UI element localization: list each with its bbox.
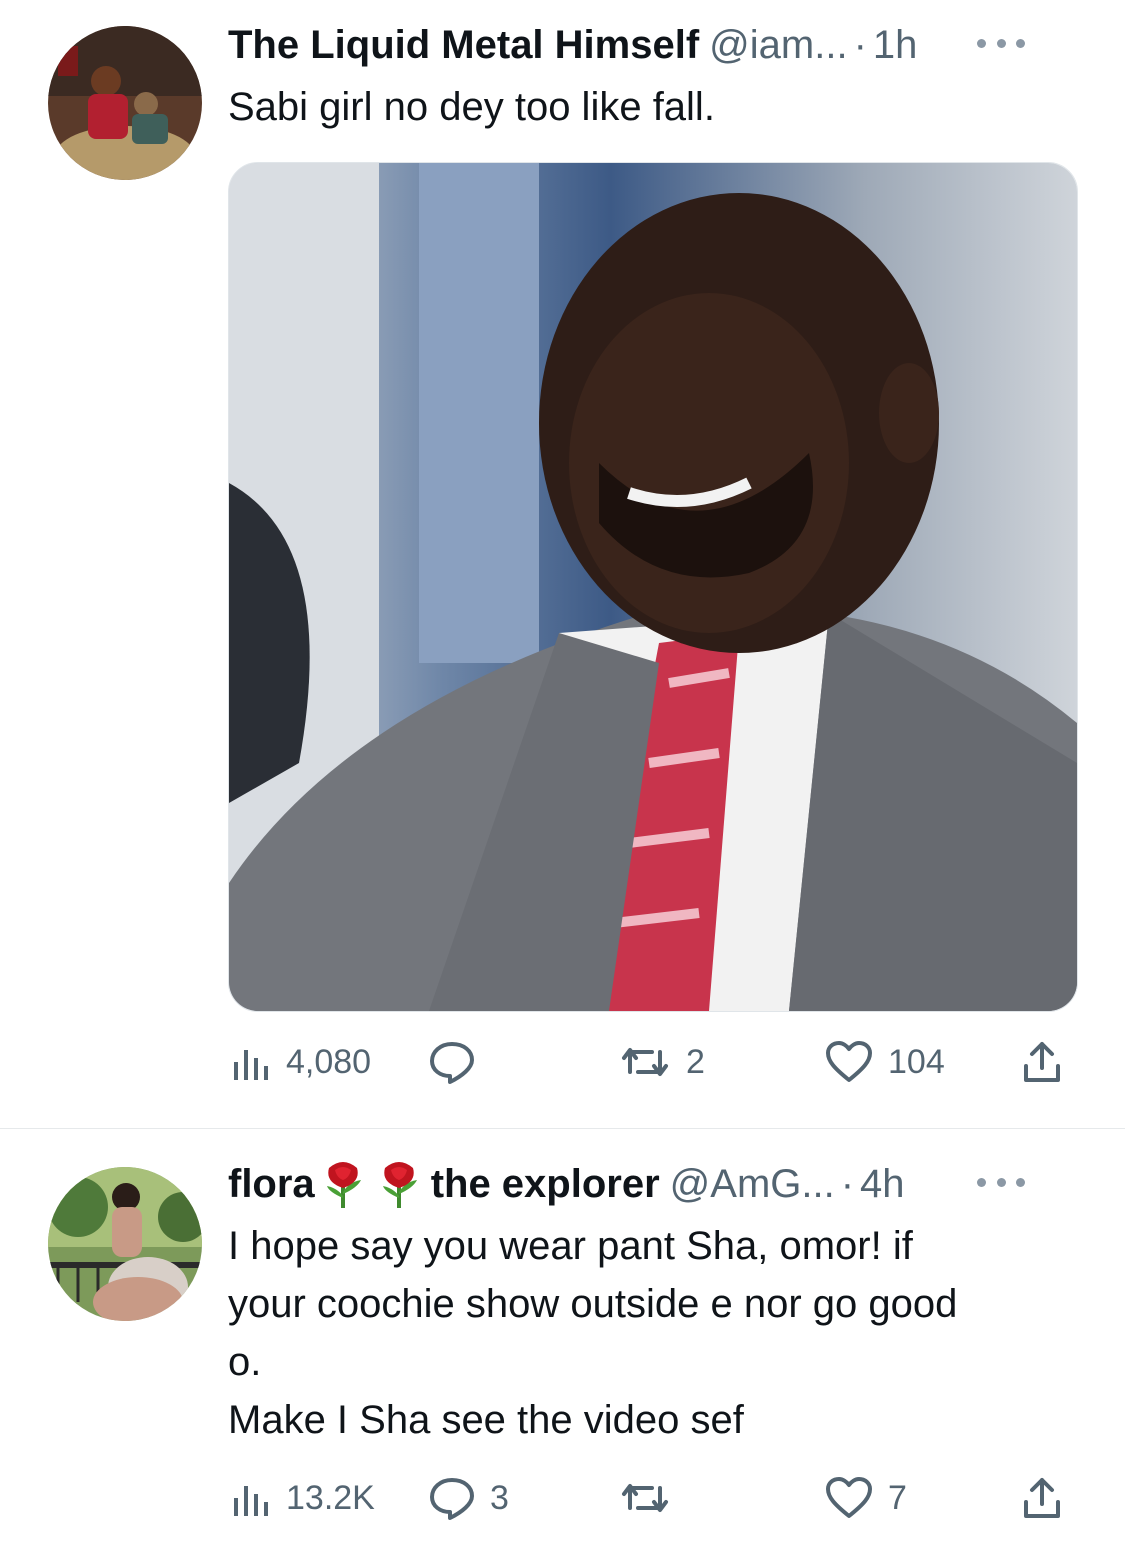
views-count: 4,080 (286, 1042, 372, 1081)
rose-icon (382, 1162, 417, 1208)
share-icon (1024, 1478, 1060, 1518)
share-button[interactable] (1020, 1032, 1064, 1092)
views-icon (234, 1486, 268, 1516)
views-icon (234, 1050, 268, 1080)
display-name[interactable]: The Liquid Metal Himself (228, 23, 699, 68)
more-options-icon[interactable] (977, 39, 1025, 51)
tweet-actions: 13.2K 3 7 (228, 1468, 1068, 1528)
like-button[interactable]: 7 (824, 1468, 907, 1528)
like-button[interactable]: 104 (824, 1032, 945, 1092)
share-button[interactable] (1020, 1468, 1064, 1528)
share-icon (1024, 1042, 1060, 1082)
more-options-icon[interactable] (977, 1178, 1025, 1190)
user-handle[interactable]: @AmG... (670, 1162, 835, 1207)
tweet-2[interactable]: flora the explorer @AmG... · 4h I hope s… (0, 1129, 1125, 1554)
tweet-header: The Liquid Metal Himself @iam... · 1h (228, 20, 1075, 70)
user-handle[interactable]: @iam... (709, 23, 847, 68)
tweet-actions: 4,080 2 104 (228, 1032, 1068, 1092)
heart-icon (826, 1041, 872, 1082)
tweet-header: flora the explorer @AmG... · 4h (228, 1159, 1075, 1209)
reply-icon (430, 1478, 474, 1520)
display-name-part2[interactable]: the explorer (431, 1162, 660, 1207)
tweet-text: Sabi girl no dey too like fall. (228, 85, 715, 129)
retweet-button[interactable]: 2 (618, 1032, 705, 1092)
retweet-icon (622, 1484, 668, 1512)
retweet-icon (622, 1048, 668, 1076)
reply-button[interactable] (428, 1032, 490, 1092)
rose-icon (326, 1162, 361, 1208)
timestamp[interactable]: 1h (873, 23, 918, 68)
avatar[interactable] (48, 1167, 202, 1321)
retweet-count: 2 (686, 1042, 705, 1081)
like-count: 104 (888, 1042, 945, 1081)
tweet-text-line: I hope say you wear pant Sha, omor! if (228, 1224, 913, 1268)
heart-icon (826, 1477, 872, 1518)
retweet-button[interactable] (618, 1468, 686, 1528)
separator-dot: · (853, 22, 867, 67)
tweet-text: I hope say you wear pant Sha, omor! if y… (228, 1217, 1075, 1449)
tweet-text-line: Make I Sha see the video sef (228, 1398, 744, 1442)
separator-dot: · (840, 1161, 855, 1206)
reply-icon (430, 1042, 474, 1084)
views-count: 13.2K (286, 1478, 375, 1517)
reply-button[interactable]: 3 (428, 1468, 509, 1528)
display-name-part1[interactable]: flora (228, 1162, 315, 1207)
tweet-text-line: your coochie show outside e nor go good (228, 1282, 958, 1326)
avatar[interactable] (48, 26, 202, 180)
views-stat[interactable]: 13.2K (228, 1468, 375, 1528)
reply-count: 3 (490, 1478, 509, 1517)
views-stat[interactable]: 4,080 (228, 1032, 371, 1092)
tweet-text-line: o. (228, 1340, 262, 1384)
tweet-image[interactable] (228, 162, 1078, 1012)
timestamp[interactable]: 4h (860, 1162, 905, 1207)
tweet-1[interactable]: The Liquid Metal Himself @iam... · 1h Sa… (0, 0, 1125, 1128)
like-count: 7 (888, 1478, 907, 1517)
